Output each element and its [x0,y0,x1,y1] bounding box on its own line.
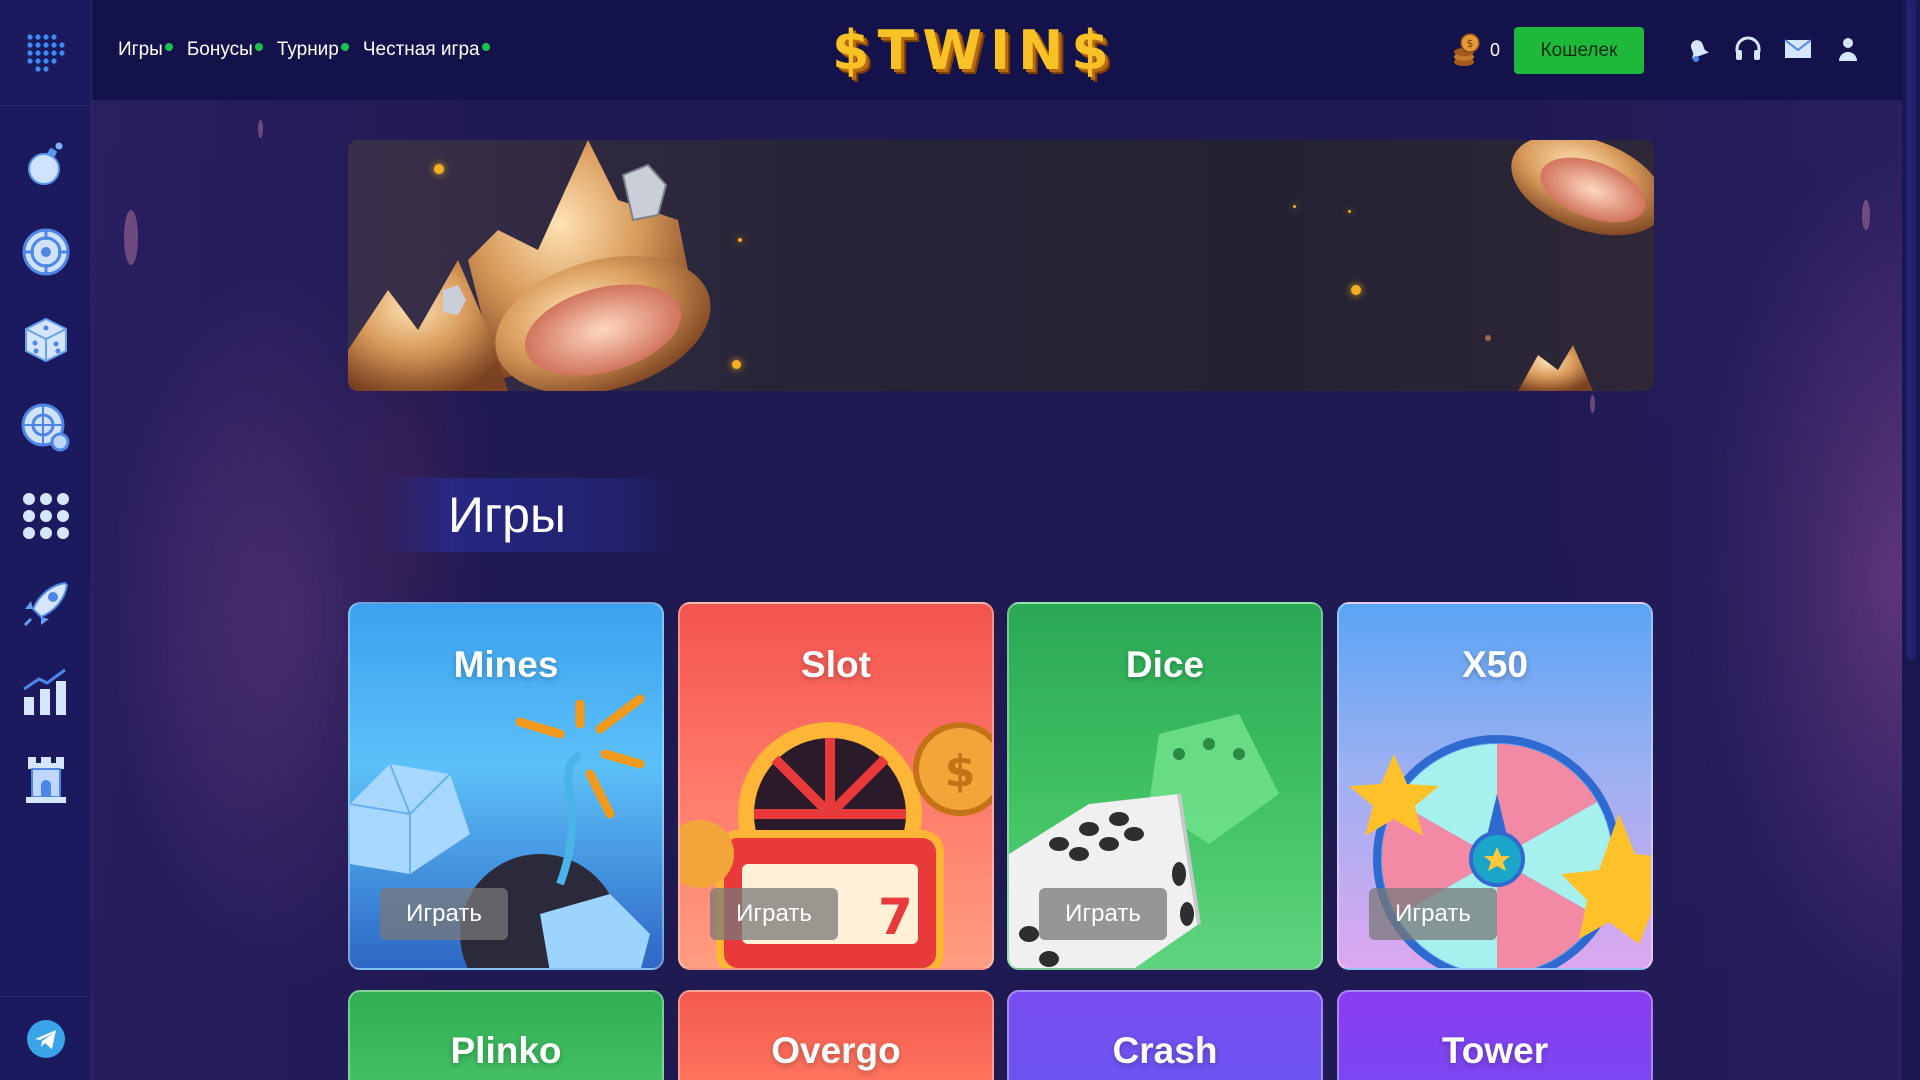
game-title: Slot [801,644,871,685]
sparkle [1351,285,1361,295]
sidebar-item-dice[interactable] [0,296,91,384]
game-card-overgo[interactable]: Overgo [678,990,994,1080]
headset-icon [1735,36,1761,60]
svg-text:$: $ [945,746,976,797]
status-dot [254,43,263,51]
messages-button[interactable] [1782,30,1814,68]
play-button[interactable]: Играть [1039,888,1167,940]
wallet-button[interactable]: Кошелек [1514,27,1644,74]
menu-item-games[interactable]: Игры [118,39,173,61]
game-card-dice[interactable]: Dice Играть [1007,602,1323,970]
game-title: Dice [1125,644,1205,685]
game-title: Tower [1441,1030,1549,1071]
sparkle [1293,205,1296,208]
game-card-tower[interactable]: Tower [1337,990,1653,1080]
menu-grid-button[interactable] [0,0,91,106]
bell-icon [1690,40,1709,62]
sparkle [434,164,444,174]
dots-grid-icon [22,493,69,539]
game-card-plinko[interactable]: Plinko [348,990,664,1080]
sidebar [0,0,92,1080]
user-icon [1839,38,1857,61]
telegram-icon [27,1019,65,1058]
sparkle [1485,335,1491,341]
status-dot [340,43,349,51]
play-button[interactable]: Играть [380,888,508,940]
sparkle [732,360,741,369]
roulette-icon [22,228,69,276]
page-scrollbar[interactable] [1902,0,1920,1080]
promo-banner[interactable] [348,140,1654,391]
sidebar-item-keno[interactable] [0,472,91,560]
sparkle [738,238,742,242]
dots-menu-icon [26,33,65,72]
section-title-games: Игры [380,478,680,552]
brand-logo[interactable]: $TWIN$ [832,19,1117,82]
top-header: Игры Бонусы Турнир Честная игра $TWIN$ $… [92,0,1902,100]
menu-item-label: Честная игра [362,39,480,60]
game-card-crash[interactable]: Crash [1007,990,1323,1080]
game-title: Plinko [450,1030,562,1071]
background-drop [1862,200,1870,230]
svg-text:7: 7 [878,888,913,946]
support-button[interactable] [1732,30,1764,68]
notifications-button[interactable] [1682,30,1714,68]
wheel-settings-icon [21,403,69,452]
game-card-mines[interactable]: Mines Играть [348,602,664,970]
main-menu: Игры Бонусы Турнир Честная игра [92,39,490,61]
profile-button[interactable] [1832,30,1864,68]
game-title: Crash [1112,1030,1218,1071]
balance-value: 0 [1490,39,1501,60]
game-title: X50 [1462,644,1528,685]
tower-icon [25,757,66,803]
rocket-icon [23,581,68,627]
coins-icon: $ [1454,33,1480,66]
header-actions [1682,30,1864,68]
menu-item-bonuses[interactable]: Бонусы [186,39,263,61]
background-drop [124,210,138,265]
game-title: Mines [453,644,559,685]
menu-item-label: Игры [118,39,163,60]
sidebar-item-wheel[interactable] [0,384,91,472]
play-button[interactable]: Играть [710,888,838,940]
menu-item-fair-play[interactable]: Честная игра [362,39,490,61]
scrollbar-thumb[interactable] [1906,0,1916,660]
chart-bars-icon [22,668,66,715]
game-card-slot[interactable]: 7 $ Slot Играть [678,602,994,970]
background-drop [1590,395,1595,413]
menu-item-label: Турнир [276,39,339,60]
status-dot [481,43,490,51]
status-dot [164,43,173,51]
bomb-icon [27,142,62,185]
dice-icon [24,317,67,363]
menu-item-tournament[interactable]: Турнир [276,39,349,61]
menu-item-label: Бонусы [186,39,253,60]
play-button[interactable]: Играть [1369,888,1497,940]
balance-display: $ 0 [1452,32,1500,68]
background-drop [258,120,263,138]
sidebar-item-mines[interactable] [0,120,91,208]
sparkle [1348,210,1351,213]
sidebar-item-tower[interactable] [0,736,91,824]
sidebar-item-roulette[interactable] [0,208,91,296]
sidebar-item-stats[interactable] [0,648,91,736]
mail-icon [1784,39,1812,58]
section-title-text: Игры [448,487,566,543]
sidebar-nav [0,106,91,824]
game-card-x50[interactable]: X50 Играть [1337,602,1653,970]
sidebar-item-crash[interactable] [0,560,91,648]
telegram-button[interactable] [0,996,92,1080]
game-title: Overgo [771,1030,901,1071]
crown-illustration [348,140,1654,391]
svg-text:$: $ [1467,37,1474,50]
